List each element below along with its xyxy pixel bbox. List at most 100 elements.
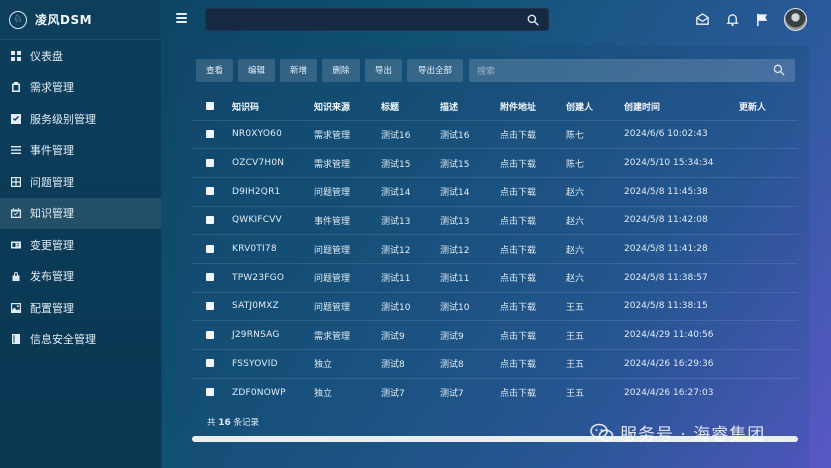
cell-code: D9IH2QR1: [232, 186, 281, 197]
cell-creator: 陈七: [566, 130, 585, 141]
header-description[interactable]: 描述: [440, 94, 500, 120]
sidebar-item-1[interactable]: 需求管理: [0, 72, 161, 104]
bell-icon[interactable]: [724, 12, 740, 28]
cell-description: 测试9: [440, 331, 464, 342]
header-attachment[interactable]: 附件地址: [500, 94, 566, 120]
book-icon: [11, 334, 21, 345]
select-all-checkbox[interactable]: [206, 102, 214, 111]
row-checkbox[interactable]: [206, 129, 214, 138]
sidebar-item-label: 仪表盘: [30, 49, 63, 63]
sidebar-item-3[interactable]: 事件管理: [0, 135, 161, 167]
sidebar-item-9[interactable]: 信息安全管理: [0, 324, 161, 356]
download-link[interactable]: 点击下载: [500, 177, 566, 206]
sidebar-item-label: 服务级别管理: [30, 112, 96, 126]
cell-code: SATJ0MXZ: [232, 301, 279, 312]
row-checkbox[interactable]: [206, 158, 214, 167]
cell-created-time: 2024/4/26 16:29:36: [624, 358, 714, 369]
header-creator[interactable]: 创建人: [566, 94, 624, 120]
table-row[interactable]: KRV0TI78 问题管理 测试12 测试12 点击下载 赵六 2024/5/8 11:41…: [192, 234, 798, 264]
cell-updater: [739, 235, 798, 264]
sidebar-item-label: 信息安全管理: [30, 333, 96, 347]
row-checkbox[interactable]: [206, 359, 214, 368]
global-search-input[interactable]: [206, 10, 548, 32]
hamburger-menu-icon[interactable]: [176, 13, 187, 23]
table-row[interactable]: J29RNSAG 需求管理 测试9 测试9 点击下载 王五 2024/4/29 11:40:…: [192, 320, 798, 350]
download-link[interactable]: 点击下载: [500, 235, 566, 264]
cell-source: 问题管理: [314, 188, 351, 199]
table-row[interactable]: FSSYOVID 独立 测试8 测试8 点击下载 王五 2024/4/26 16:29:36: [192, 349, 798, 379]
sidebar-item-0[interactable]: 仪表盘: [0, 40, 161, 72]
cell-creator: 王五: [566, 360, 585, 371]
global-search[interactable]: [205, 8, 549, 32]
download-link[interactable]: 点击下载: [500, 206, 566, 235]
search-icon[interactable]: [527, 14, 539, 26]
sidebar-item-label: 问题管理: [30, 175, 74, 189]
edit-button[interactable]: 编辑: [238, 58, 275, 82]
sidebar-item-label: 事件管理: [30, 144, 74, 158]
download-link[interactable]: 点击下载: [500, 120, 566, 149]
export-button[interactable]: 导出: [365, 58, 402, 82]
table-search[interactable]: [469, 58, 795, 82]
header-source[interactable]: 知识来源: [314, 94, 381, 120]
cell-code: KRV0TI78: [232, 244, 277, 255]
table-row[interactable]: D9IH2QR1 问题管理 测试14 测试14 点击下载 赵六 2024/5/8 11:45…: [192, 177, 798, 206]
row-checkbox[interactable]: [206, 273, 214, 282]
cell-source: 问题管理: [314, 302, 351, 313]
table-row[interactable]: TPW23FGO 问题管理 测试11 测试11 点击下载 赵六 2024/5/8 11:38…: [192, 263, 798, 292]
cell-creator: 王五: [566, 302, 585, 313]
table-row[interactable]: NR0XYO60 需求管理 测试16 测试16 点击下载 陈七 2024/6/6 10:02…: [192, 120, 798, 149]
top-actions: [680, 8, 807, 31]
table-row[interactable]: OZCV7H0N 需求管理 测试15 测试15 点击下载 陈七 2024/5/10 15:3…: [192, 148, 798, 178]
table-row[interactable]: ZDF0NOWP 独立 测试7 测试7 点击下载 王五 2024/4/26 16:27:03: [192, 378, 798, 407]
id-card-icon: [11, 240, 21, 250]
sidebar-menu: 仪表盘需求管理服务级别管理 事件管理问题管理知识管理 变更管理发布管理配置管理信息安…: [0, 40, 161, 355]
cell-created-time: 2024/5/10 15:34:34: [624, 158, 714, 169]
download-link[interactable]: 点击下载: [500, 263, 566, 292]
delete-button[interactable]: 删除: [322, 58, 360, 82]
table-search-input[interactable]: [469, 59, 795, 82]
download-link[interactable]: 点击下载: [500, 350, 566, 379]
download-link[interactable]: 点击下载: [500, 321, 566, 350]
row-checkbox[interactable]: [206, 301, 214, 310]
row-checkbox[interactable]: [206, 187, 214, 196]
flag-icon[interactable]: [754, 12, 770, 28]
search-icon[interactable]: [773, 64, 785, 76]
cell-description: 测试7: [440, 389, 464, 400]
header-title[interactable]: 标题: [381, 94, 440, 120]
table-header-row: 知识码 知识来源 标题 描述 附件地址 创建人 创建时间 更新人: [192, 94, 798, 120]
row-checkbox[interactable]: [206, 330, 214, 339]
add-button[interactable]: 新增: [280, 58, 317, 82]
sidebar-item-label: 发布管理: [30, 270, 74, 284]
header-code[interactable]: 知识码: [232, 94, 314, 120]
mail-icon[interactable]: [694, 12, 710, 28]
sidebar-item-2[interactable]: 服务级别管理: [0, 103, 161, 135]
row-checkbox[interactable]: [206, 244, 214, 253]
toolbar: 查看 编辑 新增 删除 导出 导出全部: [196, 58, 795, 82]
download-link[interactable]: 点击下载: [500, 149, 566, 178]
sidebar-item-4[interactable]: 问题管理: [0, 166, 161, 198]
cell-description: 测试12: [440, 245, 470, 256]
header-updater[interactable]: 更新人: [739, 94, 798, 120]
export-all-button[interactable]: 导出全部: [407, 58, 463, 82]
row-checkbox[interactable]: [206, 388, 214, 397]
cell-code: ZDF0NOWP: [232, 387, 286, 398]
cell-source: 需求管理: [314, 159, 351, 170]
header-created-time[interactable]: 创建时间: [624, 94, 739, 120]
sidebar-item-8[interactable]: 配置管理: [0, 292, 161, 324]
download-link[interactable]: 点击下载: [500, 292, 566, 321]
download-link[interactable]: 点击下载: [500, 378, 566, 407]
sidebar-item-6[interactable]: 变更管理: [0, 229, 161, 261]
table-row[interactable]: QWKIFCVV 事件管理 测试13 测试13 点击下载 赵六 2024/5/8 11:42…: [192, 206, 798, 235]
brand[interactable]: ♘ 凌风DSM: [0, 0, 161, 40]
avatar[interactable]: [784, 8, 807, 31]
sidebar-item-7[interactable]: 发布管理: [0, 261, 161, 293]
row-checkbox[interactable]: [206, 215, 214, 224]
dashboard-icon: [11, 50, 21, 61]
cell-creator: 赵六: [566, 188, 585, 199]
cell-created-time: 2024/6/6 10:02:43: [624, 129, 708, 140]
cell-title: 测试13: [381, 216, 411, 227]
sidebar-item-5[interactable]: 知识管理: [0, 197, 161, 229]
view-button[interactable]: 查看: [196, 58, 233, 82]
cell-code: FSSYOVID: [232, 358, 278, 369]
table-row[interactable]: SATJ0MXZ 问题管理 测试10 测试10 点击下载 王五 2024/5/8 11:38…: [192, 292, 798, 321]
